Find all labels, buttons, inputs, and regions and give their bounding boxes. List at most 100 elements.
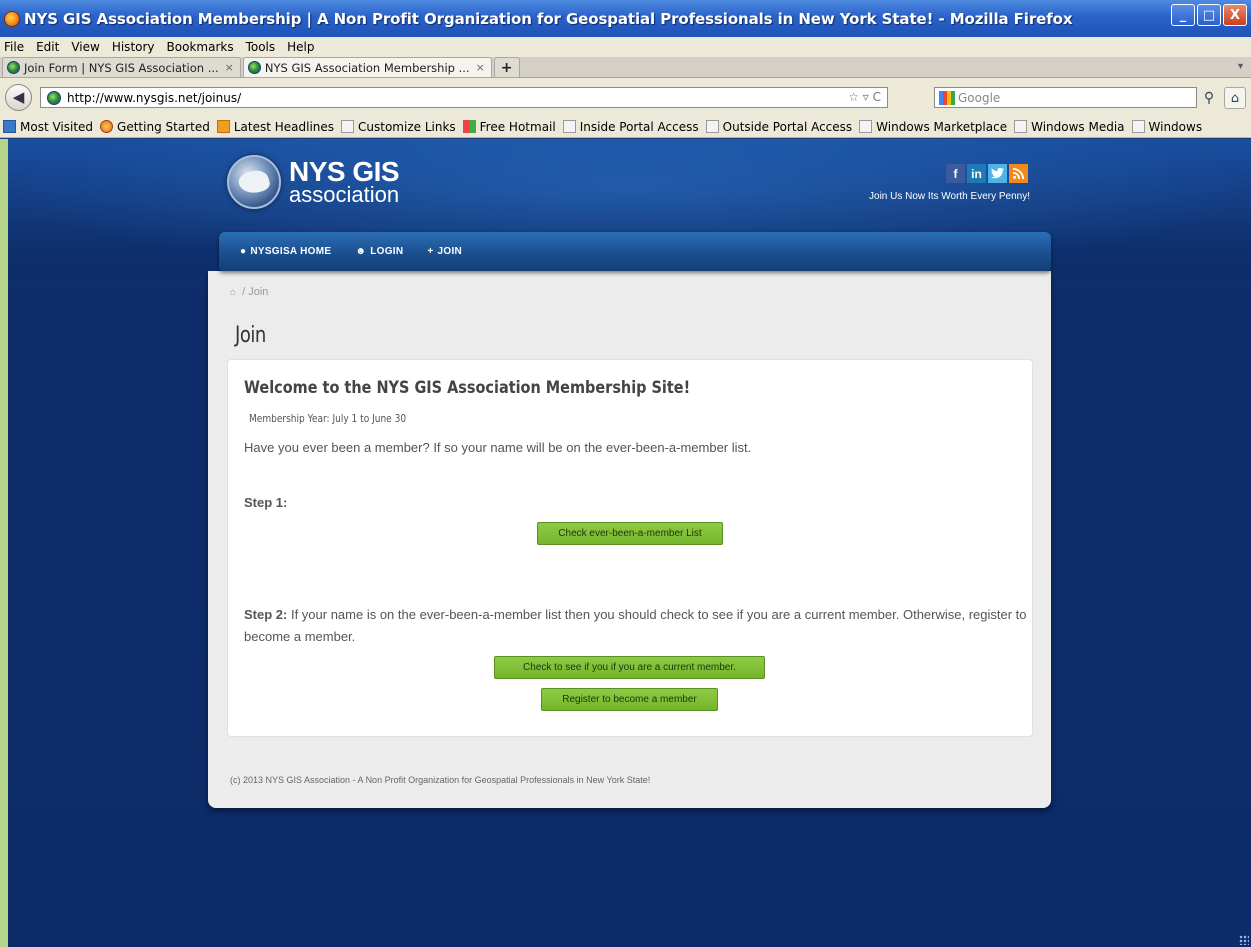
search-placeholder: Google bbox=[958, 90, 1001, 105]
address-url: http://www.nysgis.net/joinus/ bbox=[67, 90, 242, 105]
twitter-bird-shape bbox=[991, 168, 1004, 179]
content-container: ⌂ / Join Join Welcome to the NYS GIS Ass… bbox=[208, 271, 1051, 808]
tab-close-icon[interactable]: × bbox=[476, 61, 485, 74]
membership-year: Membership Year: July 1 to June 30 bbox=[249, 412, 407, 425]
tab-join-form[interactable]: Join Form | NYS GIS Association ... × bbox=[2, 57, 241, 77]
tab-close-icon[interactable]: × bbox=[225, 61, 234, 74]
page-icon bbox=[562, 120, 576, 133]
linkedin-icon[interactable]: in bbox=[967, 164, 986, 183]
bookmark-label: Windows Marketplace bbox=[876, 119, 1008, 134]
bookmark-inside-portal[interactable]: Inside Portal Access bbox=[562, 119, 699, 134]
page-title: Join bbox=[235, 323, 266, 348]
bookmark-most-visited[interactable]: Most Visited bbox=[3, 120, 93, 134]
logo-text: NYS GIS association bbox=[289, 158, 400, 207]
menu-view[interactable]: View bbox=[71, 40, 99, 54]
bookmark-windows[interactable]: Windows bbox=[1131, 119, 1203, 134]
bookmarks-toolbar: Most Visited Getting Started Latest Head… bbox=[0, 116, 1251, 138]
new-york-state-shape bbox=[236, 167, 272, 197]
firefox-icon bbox=[100, 120, 114, 133]
bookmark-label: Latest Headlines bbox=[233, 119, 335, 134]
bookmark-label: Inside Portal Access bbox=[579, 119, 699, 134]
home-icon[interactable]: ⌂ bbox=[230, 287, 236, 298]
menu-edit[interactable]: Edit bbox=[36, 40, 59, 54]
page-icon bbox=[341, 120, 355, 133]
bookmark-windows-media[interactable]: Windows Media bbox=[1014, 120, 1125, 134]
address-bar-tools[interactable]: ☆ ▿ C bbox=[848, 90, 881, 104]
bookmark-getting-started[interactable]: Getting Started bbox=[100, 120, 210, 134]
step-2-description: If your name is on the ever-been-a-membe… bbox=[244, 607, 1027, 644]
bookmark-label: Customize Links bbox=[358, 119, 456, 134]
logo-line-2: association bbox=[289, 182, 400, 207]
twitter-icon[interactable] bbox=[988, 164, 1007, 183]
menu-help[interactable]: Help bbox=[287, 40, 314, 54]
search-icon[interactable]: ⚲ bbox=[1199, 87, 1219, 108]
check-member-list-button[interactable]: Check ever-been-a-member List bbox=[537, 522, 723, 545]
step-2-text: Step 2: If your name is on the ever-been… bbox=[244, 604, 1034, 648]
nav-join[interactable]: + JOIN bbox=[427, 246, 462, 257]
rss-icon[interactable] bbox=[1009, 164, 1028, 183]
bookmark-outside-portal[interactable]: Outside Portal Access bbox=[705, 120, 852, 134]
nav-login[interactable]: ☻ LOGIN bbox=[355, 246, 403, 257]
site-favicon-icon bbox=[7, 61, 20, 74]
address-bar[interactable]: http://www.nysgis.net/joinus/ ☆ ▿ C bbox=[40, 87, 888, 108]
users-icon: ☻ bbox=[355, 246, 367, 257]
site-favicon-icon bbox=[247, 61, 261, 74]
window-title: NYS GIS Association Membership | A Non P… bbox=[24, 9, 1073, 28]
welcome-card: Welcome to the NYS GIS Association Membe… bbox=[227, 359, 1033, 737]
bookmark-label: Most Visited bbox=[20, 119, 94, 134]
bookmark-customize-links[interactable]: Customize Links bbox=[341, 120, 456, 134]
google-engine-icon[interactable] bbox=[939, 90, 955, 105]
menu-bookmarks[interactable]: Bookmarks bbox=[167, 40, 234, 54]
page-icon bbox=[1131, 120, 1145, 133]
window-titlebar: NYS GIS Association Membership | A Non P… bbox=[0, 0, 1251, 37]
card-title: Welcome to the NYS GIS Association Membe… bbox=[244, 378, 691, 398]
step-2-label: Step 2: bbox=[244, 607, 288, 622]
facebook-icon[interactable]: f bbox=[946, 164, 965, 183]
navigation-toolbar: ◀ http://www.nysgis.net/joinus/ ☆ ▿ C Go… bbox=[0, 78, 1251, 116]
back-arrow-icon: ◀ bbox=[12, 88, 25, 106]
menu-file[interactable]: File bbox=[4, 40, 24, 54]
search-input[interactable]: Google bbox=[934, 87, 1197, 108]
page-icon bbox=[859, 120, 873, 133]
close-button[interactable]: X bbox=[1223, 4, 1247, 26]
breadcrumb-current: Join bbox=[248, 286, 269, 298]
page-icon bbox=[705, 120, 719, 133]
maximize-button[interactable]: □ bbox=[1197, 4, 1221, 26]
main-nav: ● NYSGISA HOME ☻ LOGIN + JOIN bbox=[219, 232, 1051, 271]
site-tagline: Join Us Now Its Worth Every Penny! bbox=[869, 191, 1030, 202]
breadcrumb-separator: / bbox=[242, 286, 246, 298]
tab-list-icon[interactable]: ▾ bbox=[1238, 61, 1243, 72]
register-member-button[interactable]: Register to become a member bbox=[541, 688, 718, 711]
breadcrumb: ⌂ / Join bbox=[230, 286, 268, 298]
tab-membership[interactable]: NYS GIS Association Membership ... × bbox=[242, 57, 492, 77]
window-controls: _ □ X bbox=[1171, 4, 1247, 26]
menu-bar: File Edit View History Bookmarks Tools H… bbox=[0, 37, 1251, 57]
home-icon: ⌂ bbox=[1230, 90, 1240, 106]
intro-text: Have you ever been a member? If so your … bbox=[244, 440, 752, 455]
resize-grip[interactable] bbox=[1239, 935, 1249, 945]
most-visited-icon bbox=[3, 120, 16, 133]
bookmark-label: Getting Started bbox=[117, 119, 210, 134]
rss-icon bbox=[216, 120, 230, 133]
bookmark-label: Windows bbox=[1148, 119, 1203, 134]
nav-label: LOGIN bbox=[370, 246, 404, 257]
globe-logo-icon bbox=[227, 155, 281, 209]
site-identity-icon bbox=[47, 90, 61, 105]
footer-text: (c) 2013 NYS GIS Association - A Non Pro… bbox=[230, 775, 651, 785]
home-button[interactable]: ⌂ bbox=[1224, 87, 1246, 109]
nav-label: NYSGISA HOME bbox=[250, 246, 332, 257]
check-current-member-button[interactable]: Check to see if you if you are a current… bbox=[494, 656, 765, 679]
back-button[interactable]: ◀ bbox=[5, 83, 32, 111]
step-1-label: Step 1: bbox=[244, 495, 288, 510]
site-logo[interactable]: NYS GIS association bbox=[227, 155, 400, 209]
menu-history[interactable]: History bbox=[112, 40, 155, 54]
nav-home[interactable]: ● NYSGISA HOME bbox=[240, 246, 331, 257]
bookmark-latest-headlines[interactable]: Latest Headlines bbox=[216, 119, 335, 134]
bookmark-windows-marketplace[interactable]: Windows Marketplace bbox=[859, 120, 1007, 134]
nav-label: JOIN bbox=[437, 246, 463, 257]
minimize-button[interactable]: _ bbox=[1171, 4, 1195, 26]
bookmark-free-hotmail[interactable]: Free Hotmail bbox=[462, 119, 556, 134]
new-tab-button[interactable]: + bbox=[493, 57, 520, 77]
menu-tools[interactable]: Tools bbox=[246, 40, 276, 54]
bookmark-label: Free Hotmail bbox=[479, 119, 556, 134]
